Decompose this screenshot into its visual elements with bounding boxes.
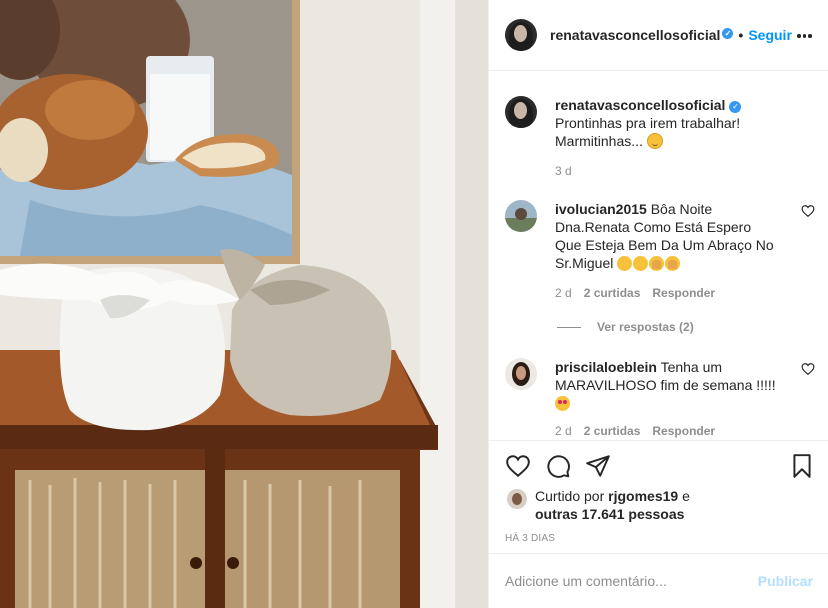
comment-time: 2 d (555, 286, 572, 300)
verified-badge-icon: ✓ (729, 101, 742, 113)
view-replies-label: Ver respostas (2) (597, 320, 694, 334)
grin-emoji-icon (633, 256, 649, 271)
post-panel: renatavasconcellosoficial ✓ • Seguir renata… (488, 0, 828, 608)
comment-likes[interactable]: 2 curtidas (584, 286, 641, 300)
reply-button[interactable]: Responder (652, 424, 715, 438)
post-timestamp[interactable]: HÁ 3 DIAS (505, 533, 555, 544)
commenter-avatar[interactable] (505, 200, 537, 232)
grin-emoji-icon (617, 256, 633, 271)
heart-eyes-emoji-icon (555, 396, 570, 411)
commenter-avatar[interactable] (505, 358, 537, 390)
add-comment-bar: Publicar (489, 553, 828, 608)
like-comment-heart-icon[interactable] (801, 362, 815, 376)
publish-button[interactable]: Publicar (758, 573, 813, 589)
follow-button[interactable]: Seguir (748, 27, 792, 43)
comment-body: ivolucian2015 Bôa Noite Dna.Renata Como … (555, 200, 781, 272)
liker-avatar[interactable] (507, 489, 527, 509)
share-icon[interactable] (585, 453, 611, 479)
comment-input[interactable] (505, 573, 758, 589)
author-username[interactable]: renatavasconcellosoficial (550, 27, 720, 43)
liked-mid: e (682, 488, 690, 504)
verified-badge-icon: ✓ (722, 28, 734, 39)
comment-meta: 2 d 2 curtidas Responder (555, 286, 727, 300)
comment-icon[interactable] (545, 453, 571, 479)
author-avatar[interactable] (505, 19, 537, 51)
post-header: renatavasconcellosoficial ✓ • Seguir (489, 0, 828, 71)
bookmark-icon[interactable] (789, 453, 815, 479)
post-photo-illustration (0, 0, 488, 608)
hands-emoji-icon (649, 256, 665, 271)
caption-time: 3 d (555, 164, 572, 178)
smile-emoji-icon (646, 133, 663, 149)
liked-by-text: Curtido por rjgomes19 e outras 17.641 pe… (535, 487, 805, 523)
separator-dot: • (738, 27, 744, 43)
caption-username[interactable]: renatavasconcellosoficial (555, 97, 725, 113)
liker-username[interactable]: rjgomes19 (608, 488, 678, 504)
more-options-icon[interactable] (797, 28, 813, 44)
hands-emoji-icon (665, 256, 681, 271)
comments-list[interactable]: renatavasconcellosoficial ✓ Prontinhas pr… (489, 72, 828, 440)
caption-body: renatavasconcellosoficial ✓ Prontinhas pr… (555, 96, 813, 180)
like-comment-heart-icon[interactable] (801, 204, 815, 218)
painting (0, 0, 300, 264)
comment-time: 2 d (555, 424, 572, 438)
post-photo (0, 0, 488, 608)
likes-count[interactable]: outras 17.641 pessoas (535, 506, 684, 522)
author-line: renatavasconcellosoficial ✓ • Seguir (550, 27, 792, 43)
commenter-username[interactable]: ivolucian2015 (555, 201, 647, 217)
liked-prefix: Curtido por (535, 488, 605, 504)
reply-button[interactable]: Responder (652, 286, 715, 300)
comment-meta: 2 d 2 curtidas Responder (555, 424, 727, 438)
comment-likes[interactable]: 2 curtidas (584, 424, 641, 438)
heart-icon[interactable] (505, 453, 531, 479)
comment-body: priscilaloeblein Tenha um MARAVILHOSO fi… (555, 358, 781, 412)
divider (557, 326, 581, 328)
caption-avatar[interactable] (505, 96, 537, 128)
post-actions: Curtido por rjgomes19 e outras 17.641 pe… (489, 440, 828, 544)
view-replies-button[interactable]: Ver respostas (2) (557, 320, 694, 334)
commenter-username[interactable]: priscilaloeblein (555, 359, 657, 375)
